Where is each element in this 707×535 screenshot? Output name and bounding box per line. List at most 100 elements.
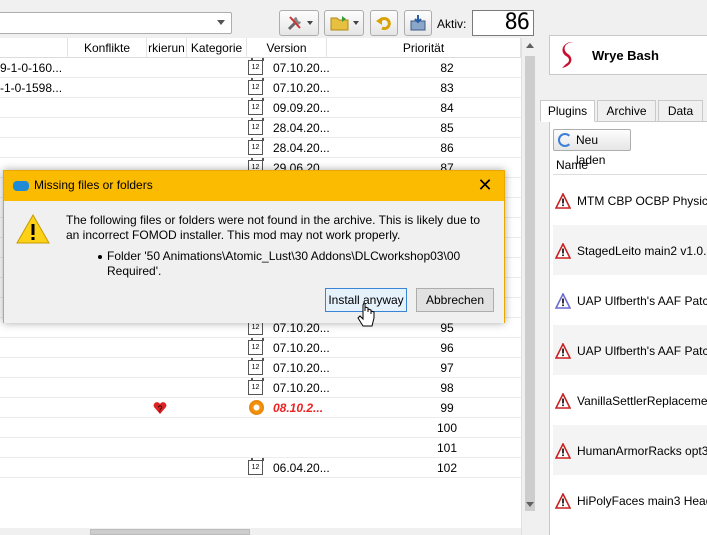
table-row[interactable]: 12 07.10.20... 98: [0, 378, 521, 398]
install-button[interactable]: [404, 10, 432, 36]
cancel-button[interactable]: Abbrechen: [416, 288, 494, 312]
disk-install-icon: [410, 15, 426, 31]
refresh-icon: [558, 133, 572, 147]
svg-text:?: ?: [157, 404, 162, 414]
scroll-down-icon[interactable]: [526, 502, 534, 507]
profile-dropdown[interactable]: [0, 12, 232, 34]
open-folder-button[interactable]: [324, 10, 364, 36]
plugin-item[interactable]: StagedLeito main2 v1.0.5: [553, 225, 707, 275]
warning-icon: [555, 443, 571, 459]
mod-version: 07.10.20...: [273, 321, 330, 335]
mod-priority: 84: [440, 101, 454, 115]
plugin-item[interactable]: HiPolyFaces main3 Head: [553, 475, 707, 525]
calendar-icon: 12: [248, 378, 264, 395]
table-row[interactable]: 12 07.10.20... 96: [0, 338, 521, 358]
mod-version: 06.04.20...: [273, 461, 330, 475]
plugin-item[interactable]: VanillaSettlerReplacemen: [553, 375, 707, 425]
horizontal-scrollbar[interactable]: [0, 528, 521, 535]
column-header-marking[interactable]: rkierun: [147, 38, 187, 58]
table-row[interactable]: 12 07.10.20... 97: [0, 358, 521, 378]
chevron-down-icon: [217, 20, 225, 25]
mod-version: 07.10.20...: [273, 361, 330, 375]
table-row[interactable]: 9-1-0-160... 12 07.10.20... 82: [0, 58, 521, 78]
mod-priority: 101: [436, 441, 458, 455]
plugin-item[interactable]: UAP Ulfberth's AAF Patch: [553, 275, 707, 325]
table-header: Konflikte rkierun Kategorie Version Prio…: [0, 38, 521, 58]
scrollbar-thumb[interactable]: [525, 56, 535, 511]
plugin-name: UAP Ulfberth's AAF Patch: [577, 344, 707, 358]
table-row[interactable]: 12 28.04.20... 85: [0, 118, 521, 138]
mod-priority: 97: [440, 361, 454, 375]
scrollbar-thumb[interactable]: [90, 529, 250, 535]
mod-priority: 102: [436, 461, 458, 475]
gear-icon: [249, 400, 264, 415]
reload-button[interactable]: Neu laden: [553, 129, 631, 167]
folder-icon: [330, 16, 348, 31]
mod-version: 07.10.20...: [273, 61, 330, 75]
active-count-label: Aktiv:: [437, 17, 467, 31]
app-header: Wrye Bash: [549, 35, 707, 75]
plugin-name: StagedLeito main2 v1.0.5: [577, 244, 707, 258]
table-row[interactable]: 101: [0, 438, 521, 458]
undo-icon: [376, 17, 391, 31]
warning-icon: [555, 193, 571, 209]
mod-name: 9-1-0-160...: [0, 61, 63, 75]
bullet-icon: [98, 255, 102, 259]
undo-button[interactable]: [370, 10, 398, 36]
active-count-display: 86: [472, 10, 534, 36]
mod-version: 28.04.20...: [273, 121, 330, 135]
tab-bar: Plugins Archive Data: [540, 100, 707, 122]
calendar-icon: 12: [248, 78, 264, 95]
right-panel: Wrye Bash Plugins Archive Data Neu laden…: [538, 0, 707, 535]
column-header-version[interactable]: Version: [247, 38, 327, 58]
dialog-titlebar: Missing files or folders ✕: [4, 171, 504, 201]
plugin-item[interactable]: HumanArmorRacks opt3: [553, 425, 707, 475]
app-title: Wrye Bash: [592, 48, 659, 63]
close-icon[interactable]: ✕: [474, 175, 496, 197]
calendar-icon: 12: [248, 58, 264, 75]
plugin-list-header[interactable]: Name: [553, 156, 707, 175]
mod-priority: 95: [440, 321, 454, 335]
vertical-scrollbar[interactable]: [521, 38, 538, 535]
missing-folder-item: Folder '50 Animations\Atomic_Lust\30 Add…: [98, 249, 478, 279]
conflict-heart-icon: ?: [153, 402, 167, 414]
plugin-item[interactable]: UAP Ulfberth's AAF Patch: [553, 325, 707, 375]
mod-priority: 82: [440, 61, 454, 75]
table-row[interactable]: 12 28.04.20... 86: [0, 138, 521, 158]
table-row[interactable]: 12 06.04.20... 102: [0, 458, 521, 478]
scroll-up-icon[interactable]: [526, 43, 534, 48]
plugin-name: MTM CBP OCBP Physics: [577, 194, 707, 208]
dialog-message: The following files or folders were not …: [66, 213, 480, 242]
calendar-icon: 12: [248, 98, 264, 115]
tab-archive[interactable]: Archive: [597, 100, 656, 122]
warning-icon: [555, 243, 571, 259]
calendar-icon: 12: [248, 118, 264, 135]
plugin-item[interactable]: MTM CBP OCBP Physics: [553, 175, 707, 225]
plugin-name: UAP Ulfberth's AAF Patch: [577, 294, 707, 308]
plugin-name: HiPolyFaces main3 Head: [577, 494, 707, 508]
table-row[interactable]: ? 08.10.2... 99: [0, 398, 521, 418]
mod-priority: 98: [440, 381, 454, 395]
mod-version: 07.10.20...: [273, 341, 330, 355]
table-row[interactable]: -1-0-1598... 12 07.10.20... 83: [0, 78, 521, 98]
table-row[interactable]: 100: [0, 418, 521, 438]
tab-data[interactable]: Data: [658, 100, 703, 122]
warning-icon: [16, 213, 50, 244]
column-header-name[interactable]: [0, 38, 68, 58]
column-header-conflicts[interactable]: Konflikte: [68, 38, 147, 58]
mod-priority: 99: [440, 401, 454, 415]
warning-icon: [555, 343, 571, 359]
mod-version: 09.09.20...: [273, 101, 330, 115]
mod-version: 28.04.20...: [273, 141, 330, 155]
plugin-name: VanillaSettlerReplacemen: [577, 394, 707, 408]
plugin-name: HumanArmorRacks opt3: [577, 444, 707, 458]
column-header-priority[interactable]: Priorität: [327, 38, 521, 58]
warning-icon: [555, 393, 571, 409]
missing-folder-path: Folder '50 Animations\Atomic_Lust\30 Add…: [107, 249, 461, 278]
table-row[interactable]: 12 09.09.20... 84: [0, 98, 521, 118]
tools-button[interactable]: [279, 10, 319, 36]
missing-files-dialog: Missing files or folders ✕ The following…: [3, 170, 505, 323]
tab-plugins[interactable]: Plugins: [540, 100, 595, 122]
calendar-icon: 12: [248, 458, 264, 475]
column-header-category[interactable]: Kategorie: [187, 38, 247, 58]
